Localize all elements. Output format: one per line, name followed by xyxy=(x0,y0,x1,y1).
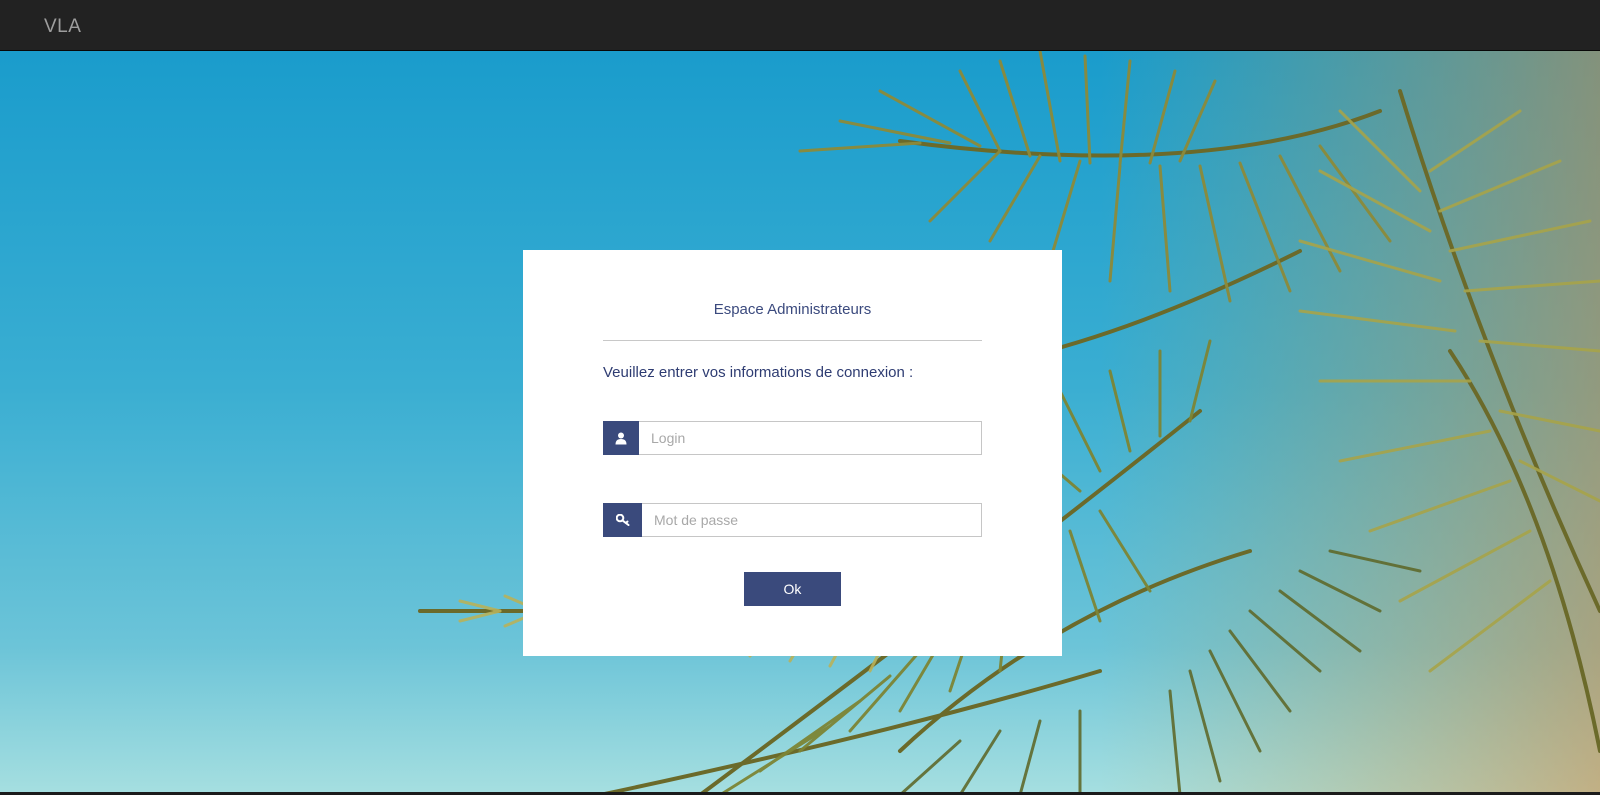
submit-button[interactable]: Ok xyxy=(744,572,841,606)
top-navbar: VLA xyxy=(0,0,1600,51)
login-input-group xyxy=(603,421,982,455)
card-title: Espace Administrateurs xyxy=(713,301,872,318)
password-input-group xyxy=(603,503,982,537)
password-input[interactable] xyxy=(642,503,982,537)
title-divider xyxy=(603,340,982,341)
login-input[interactable] xyxy=(639,421,982,455)
user-icon xyxy=(603,421,639,455)
login-instructions: Veuillez entrer vos informations de conn… xyxy=(603,364,914,381)
brand-link[interactable]: VLA xyxy=(44,16,81,38)
login-card: Espace Administrateurs Veuillez entrer v… xyxy=(523,250,1062,656)
key-icon xyxy=(603,503,642,537)
